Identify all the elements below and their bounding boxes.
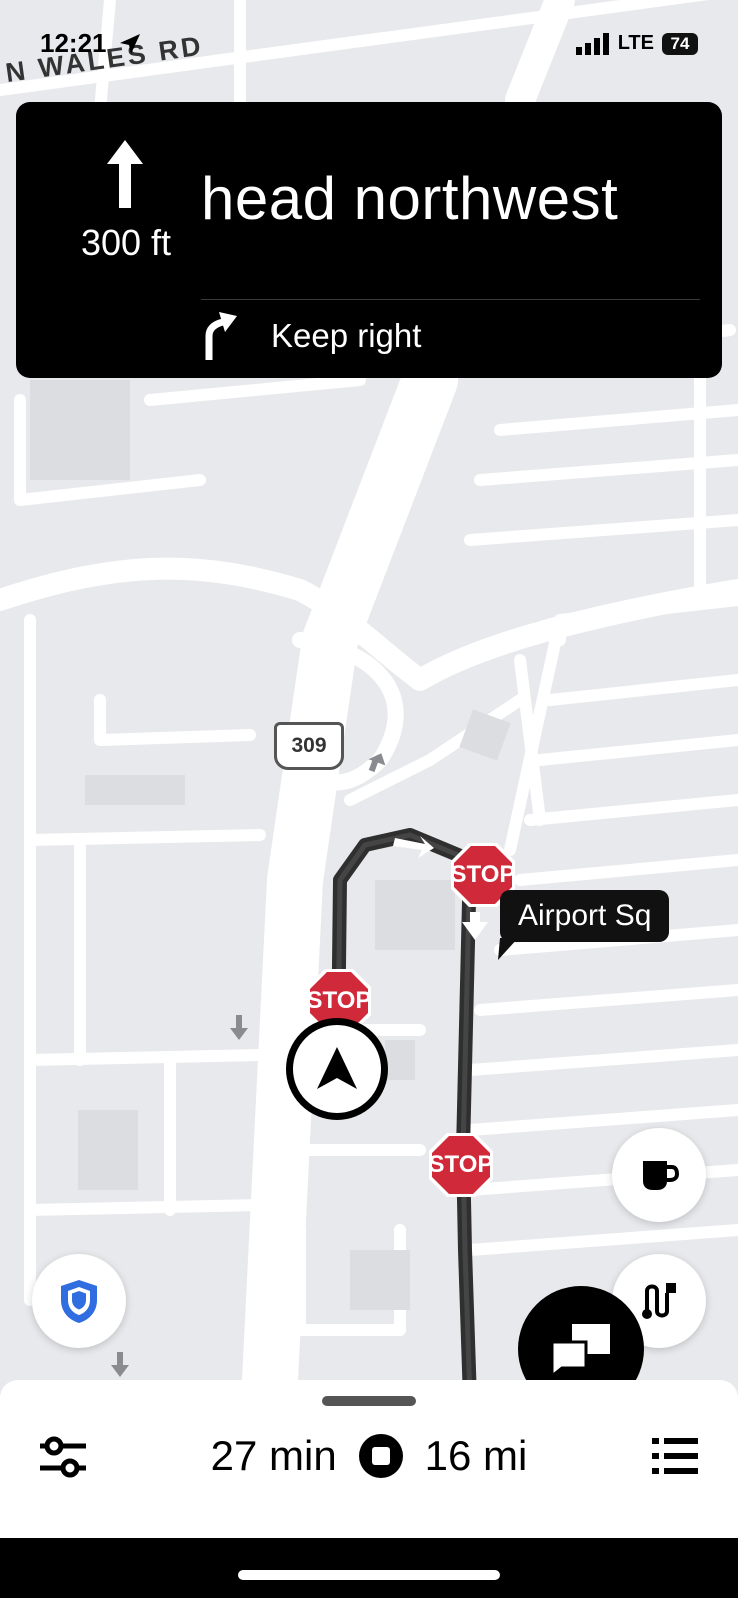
trip-distance: 16 mi [424, 1432, 528, 1479]
coffee-cup-icon [643, 1161, 679, 1190]
location-arrow-icon [120, 34, 140, 54]
drag-handle[interactable] [322, 1396, 416, 1406]
safety-button[interactable] [32, 1254, 126, 1348]
place-callout[interactable]: Airport Sq [498, 890, 670, 960]
trip-summary: 27 min 16 mi [0, 1426, 738, 1486]
route-shield-label: 309 [291, 734, 327, 757]
instruction-divider [201, 299, 700, 300]
safety-shield-icon [61, 1280, 97, 1323]
maneuver-instruction: head northwest [201, 165, 619, 232]
signal-bars-icon [575, 32, 609, 55]
status-bar: 12:21 LTE 74 [0, 28, 738, 62]
current-location-puck [286, 1018, 388, 1120]
callout-pointer [498, 938, 518, 960]
coffee-button[interactable] [612, 1128, 706, 1222]
battery-indicator: 74 [662, 32, 698, 55]
home-indicator[interactable] [238, 1570, 500, 1580]
stop-icon[interactable] [358, 1434, 403, 1478]
list-icon[interactable] [652, 1437, 698, 1475]
straight-arrow-icon [107, 140, 143, 208]
maneuver-distance: 300 ft [80, 222, 172, 263]
route-shield: 309 [274, 722, 344, 770]
home-indicator-area [0, 1538, 738, 1598]
status-time: 12:21 [40, 28, 107, 58]
stop-sign: STOP [428, 1132, 494, 1198]
navigation-instruction-card[interactable]: 300 ft head northwest Keep right [16, 102, 722, 378]
trip-panel[interactable]: 27 min 16 mi [0, 1380, 738, 1538]
trip-duration: 27 min [210, 1432, 337, 1479]
navigation-arrow-icon [317, 1047, 357, 1089]
route-icon [642, 1283, 676, 1319]
place-callout-label: Airport Sq [518, 899, 652, 932]
keep-right-arrow-icon [205, 312, 237, 360]
network-type: LTE [617, 32, 654, 54]
chat-icon [550, 1324, 610, 1376]
next-maneuver-instruction: Keep right [271, 317, 422, 354]
